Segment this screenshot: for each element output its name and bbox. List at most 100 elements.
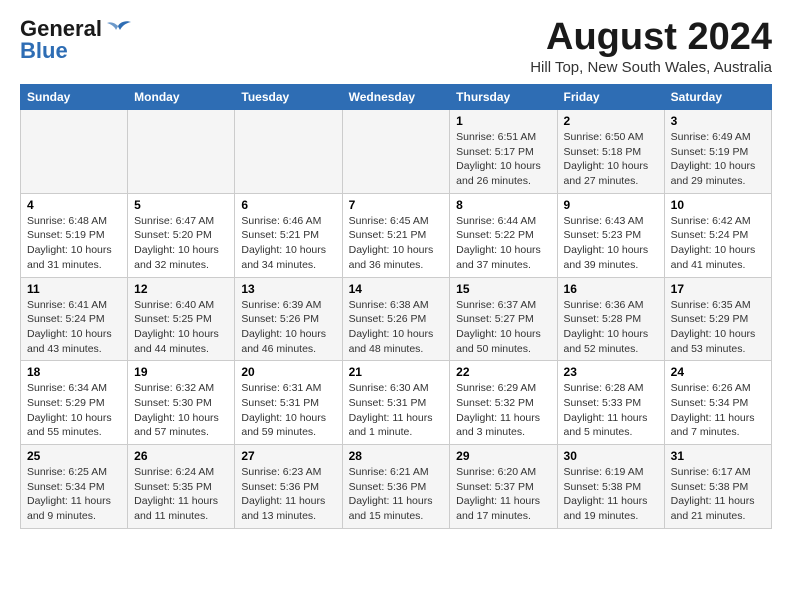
table-row: 15 Sunrise: 6:37 AMSunset: 5:27 PMDayligh… — [450, 277, 557, 361]
day-number: 27 — [241, 449, 335, 463]
day-info: Sunrise: 6:38 AMSunset: 5:26 PMDaylight:… — [349, 298, 444, 357]
day-number: 29 — [456, 449, 550, 463]
day-info: Sunrise: 6:19 AMSunset: 5:38 PMDaylight:… — [564, 465, 658, 524]
table-row: 28 Sunrise: 6:21 AMSunset: 5:36 PMDayligh… — [342, 445, 450, 529]
day-info: Sunrise: 6:36 AMSunset: 5:28 PMDaylight:… — [564, 298, 658, 357]
logo: General Blue — [20, 16, 132, 64]
day-info: Sunrise: 6:34 AMSunset: 5:29 PMDaylight:… — [27, 381, 121, 440]
day-number: 22 — [456, 365, 550, 379]
header-sunday: Sunday — [21, 85, 128, 110]
day-number: 17 — [671, 282, 765, 296]
day-number: 25 — [27, 449, 121, 463]
calendar-week-row: 11 Sunrise: 6:41 AMSunset: 5:24 PMDayligh… — [21, 277, 772, 361]
header-tuesday: Tuesday — [235, 85, 342, 110]
day-info: Sunrise: 6:23 AMSunset: 5:36 PMDaylight:… — [241, 465, 335, 524]
table-row: 25 Sunrise: 6:25 AMSunset: 5:34 PMDayligh… — [21, 445, 128, 529]
page-header: General Blue August 2024 Hill Top, New S… — [20, 16, 772, 76]
table-row: 4 Sunrise: 6:48 AMSunset: 5:19 PMDaylight… — [21, 193, 128, 277]
header-thursday: Thursday — [450, 85, 557, 110]
day-number: 30 — [564, 449, 658, 463]
table-row: 19Sunrise: 6:32 AMSunset: 5:30 PMDayligh… — [128, 361, 235, 445]
table-row: 16Sunrise: 6:36 AMSunset: 5:28 PMDayligh… — [557, 277, 664, 361]
day-info: Sunrise: 6:49 AMSunset: 5:19 PMDaylight:… — [671, 130, 765, 189]
day-info: Sunrise: 6:46 AMSunset: 5:21 PMDaylight:… — [241, 214, 335, 273]
calendar-subtitle: Hill Top, New South Wales, Australia — [530, 59, 772, 76]
day-info: Sunrise: 6:32 AMSunset: 5:30 PMDaylight:… — [134, 381, 228, 440]
table-row: 22 Sunrise: 6:29 AMSunset: 5:32 PMDayligh… — [450, 361, 557, 445]
table-row: 31Sunrise: 6:17 AMSunset: 5:38 PMDayligh… — [664, 445, 771, 529]
day-info: Sunrise: 6:30 AMSunset: 5:31 PMDaylight:… — [349, 381, 444, 440]
table-row: 30 Sunrise: 6:19 AMSunset: 5:38 PMDayligh… — [557, 445, 664, 529]
day-info: Sunrise: 6:35 AMSunset: 5:29 PMDaylight:… — [671, 298, 765, 357]
day-number: 4 — [27, 198, 121, 212]
day-info: Sunrise: 6:24 AMSunset: 5:35 PMDaylight:… — [134, 465, 228, 524]
day-number: 28 — [349, 449, 444, 463]
day-number: 24 — [671, 365, 765, 379]
day-info: Sunrise: 6:40 AMSunset: 5:25 PMDaylight:… — [134, 298, 228, 357]
day-info: Sunrise: 6:45 AMSunset: 5:21 PMDaylight:… — [349, 214, 444, 273]
day-number: 13 — [241, 282, 335, 296]
table-row: 24 Sunrise: 6:26 AMSunset: 5:34 PMDayligh… — [664, 361, 771, 445]
table-row: 11 Sunrise: 6:41 AMSunset: 5:24 PMDayligh… — [21, 277, 128, 361]
day-info: Sunrise: 6:43 AMSunset: 5:23 PMDaylight:… — [564, 214, 658, 273]
table-row: 17 Sunrise: 6:35 AMSunset: 5:29 PMDayligh… — [664, 277, 771, 361]
header-saturday: Saturday — [664, 85, 771, 110]
calendar-week-row: 4 Sunrise: 6:48 AMSunset: 5:19 PMDaylight… — [21, 193, 772, 277]
table-row: 14 Sunrise: 6:38 AMSunset: 5:26 PMDayligh… — [342, 277, 450, 361]
day-info: Sunrise: 6:25 AMSunset: 5:34 PMDaylight:… — [27, 465, 121, 524]
table-row: 9 Sunrise: 6:43 AMSunset: 5:23 PMDaylight… — [557, 193, 664, 277]
calendar-table: Sunday Monday Tuesday Wednesday Thursday… — [20, 84, 772, 529]
calendar-header-row: Sunday Monday Tuesday Wednesday Thursday… — [21, 85, 772, 110]
day-number: 23 — [564, 365, 658, 379]
day-number: 15 — [456, 282, 550, 296]
calendar-week-row: 18 Sunrise: 6:34 AMSunset: 5:29 PMDayligh… — [21, 361, 772, 445]
table-row — [128, 110, 235, 194]
table-row — [21, 110, 128, 194]
day-info: Sunrise: 6:37 AMSunset: 5:27 PMDaylight:… — [456, 298, 550, 357]
day-info: Sunrise: 6:47 AMSunset: 5:20 PMDaylight:… — [134, 214, 228, 273]
day-info: Sunrise: 6:48 AMSunset: 5:19 PMDaylight:… — [27, 214, 121, 273]
header-friday: Friday — [557, 85, 664, 110]
table-row: 7 Sunrise: 6:45 AMSunset: 5:21 PMDaylight… — [342, 193, 450, 277]
day-number: 14 — [349, 282, 444, 296]
table-row: 1Sunrise: 6:51 AMSunset: 5:17 PMDaylight… — [450, 110, 557, 194]
table-row: 21 Sunrise: 6:30 AMSunset: 5:31 PMDayligh… — [342, 361, 450, 445]
day-info: Sunrise: 6:50 AMSunset: 5:18 PMDaylight:… — [564, 130, 658, 189]
logo-blue-text: Blue — [20, 38, 68, 64]
day-number: 7 — [349, 198, 444, 212]
day-number: 12 — [134, 282, 228, 296]
day-number: 18 — [27, 365, 121, 379]
table-row: 6 Sunrise: 6:46 AMSunset: 5:21 PMDaylight… — [235, 193, 342, 277]
calendar-week-row: 25 Sunrise: 6:25 AMSunset: 5:34 PMDayligh… — [21, 445, 772, 529]
table-row: 3Sunrise: 6:49 AMSunset: 5:19 PMDaylight… — [664, 110, 771, 194]
day-number: 11 — [27, 282, 121, 296]
table-row: 27 Sunrise: 6:23 AMSunset: 5:36 PMDayligh… — [235, 445, 342, 529]
day-number: 5 — [134, 198, 228, 212]
table-row: 20 Sunrise: 6:31 AMSunset: 5:31 PMDayligh… — [235, 361, 342, 445]
day-info: Sunrise: 6:31 AMSunset: 5:31 PMDaylight:… — [241, 381, 335, 440]
table-row: 5 Sunrise: 6:47 AMSunset: 5:20 PMDaylight… — [128, 193, 235, 277]
day-number: 20 — [241, 365, 335, 379]
day-number: 9 — [564, 198, 658, 212]
table-row: 18 Sunrise: 6:34 AMSunset: 5:29 PMDayligh… — [21, 361, 128, 445]
header-wednesday: Wednesday — [342, 85, 450, 110]
day-number: 2 — [564, 114, 658, 128]
day-info: Sunrise: 6:21 AMSunset: 5:36 PMDaylight:… — [349, 465, 444, 524]
day-info: Sunrise: 6:44 AMSunset: 5:22 PMDaylight:… — [456, 214, 550, 273]
day-number: 21 — [349, 365, 444, 379]
calendar-week-row: 1Sunrise: 6:51 AMSunset: 5:17 PMDaylight… — [21, 110, 772, 194]
day-info: Sunrise: 6:41 AMSunset: 5:24 PMDaylight:… — [27, 298, 121, 357]
day-number: 6 — [241, 198, 335, 212]
title-section: August 2024 Hill Top, New South Wales, A… — [530, 16, 772, 76]
table-row: 12 Sunrise: 6:40 AMSunset: 5:25 PMDayligh… — [128, 277, 235, 361]
day-info: Sunrise: 6:26 AMSunset: 5:34 PMDaylight:… — [671, 381, 765, 440]
logo-bird-icon — [104, 18, 132, 38]
day-info: Sunrise: 6:29 AMSunset: 5:32 PMDaylight:… — [456, 381, 550, 440]
day-info: Sunrise: 6:39 AMSunset: 5:26 PMDaylight:… — [241, 298, 335, 357]
table-row: 26Sunrise: 6:24 AMSunset: 5:35 PMDayligh… — [128, 445, 235, 529]
day-number: 8 — [456, 198, 550, 212]
table-row: 29Sunrise: 6:20 AMSunset: 5:37 PMDayligh… — [450, 445, 557, 529]
table-row: 2 Sunrise: 6:50 AMSunset: 5:18 PMDaylight… — [557, 110, 664, 194]
table-row: 10Sunrise: 6:42 AMSunset: 5:24 PMDayligh… — [664, 193, 771, 277]
table-row — [235, 110, 342, 194]
